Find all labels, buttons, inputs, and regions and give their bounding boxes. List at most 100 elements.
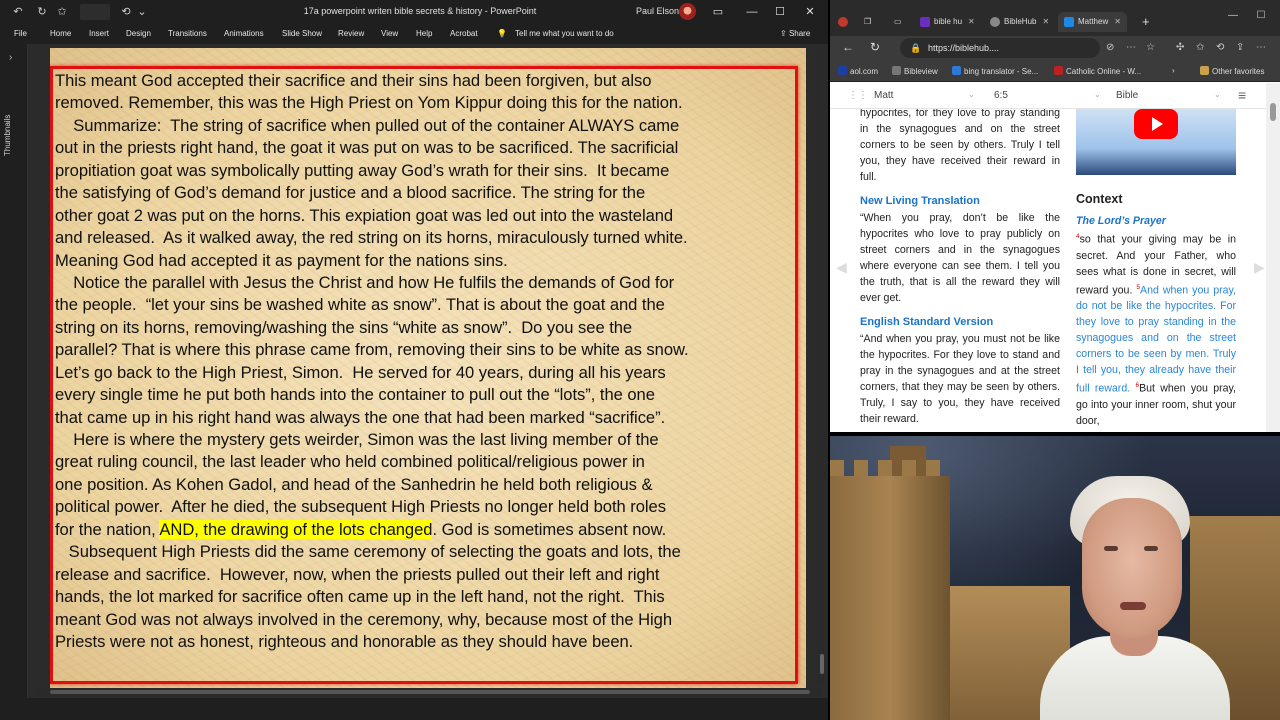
profile-avatar-icon[interactable] [838, 12, 852, 32]
ribbon-display-icon[interactable]: ▭ [704, 3, 732, 21]
workspaces-icon[interactable]: ❐ [864, 12, 871, 32]
translation-heading[interactable]: New Living Translation [860, 193, 1060, 209]
tab-help[interactable]: Help [416, 29, 432, 38]
maximize-button[interactable]: ☐ [1250, 10, 1272, 21]
font-size-box[interactable] [80, 4, 110, 20]
slide-editor[interactable]: This meant God accepted their sacrifice … [28, 44, 828, 720]
presenter [1040, 476, 1230, 720]
undo-icon[interactable]: ↶ [10, 4, 26, 20]
slide-line: other goat 2 was put on the horns. This … [55, 205, 674, 225]
refresh-icon[interactable]: ↻ [870, 40, 880, 54]
user-avatar[interactable] [679, 3, 696, 20]
chapter-select[interactable]: 6:5 [994, 90, 1008, 101]
book-select[interactable]: Matt [874, 90, 893, 101]
favorite-bibleview[interactable]: Bibleview [892, 66, 938, 76]
favorites-bar: aol.com Bibleview bing translator - Se..… [830, 60, 1280, 82]
favorites-overflow-icon[interactable]: › [1172, 66, 1175, 75]
grid-icon[interactable]: ⋮⋮ [848, 90, 868, 101]
browser-tab-strip: ❐ ▭ bible hu ✕ BibleHub ✕ Matthew ✕ + — ☐ [830, 0, 1280, 36]
castle-wall [830, 460, 950, 720]
close-button[interactable]: ✕ [796, 3, 824, 21]
favorite-aol[interactable]: aol.com [838, 66, 878, 76]
context-text: 4so that your giving may be in secret. A… [1076, 229, 1236, 429]
maximize-button[interactable]: ☐ [766, 3, 794, 21]
share-icon[interactable]: ⇪ [1236, 42, 1244, 53]
slide-line-highlighted: for the nation, AND, the drawing of the … [55, 519, 800, 541]
slide-line: Subsequent High Priests did the same cer… [55, 542, 681, 562]
format-painter-icon[interactable]: ⟲ [118, 4, 134, 20]
translation-heading[interactable]: English Standard Version [860, 314, 1060, 330]
ppt-titlebar: ↶ ↻ ✩ ⟲ ⌄ 17a powerpoint writen bible se… [0, 0, 828, 24]
tab-actions-icon[interactable]: ▭ [894, 12, 902, 32]
browser-tab-active[interactable]: Matthew ✕ [1058, 12, 1127, 32]
tab-design[interactable]: Design [126, 29, 151, 38]
tab-view[interactable]: View [381, 29, 398, 38]
close-tab-icon[interactable]: ✕ [968, 17, 975, 26]
slide-line-start: for the nation, [55, 519, 160, 539]
close-tab-icon[interactable]: ✕ [1042, 17, 1049, 26]
slide-horizontal-scrollbar[interactable] [36, 688, 822, 696]
browser-tab-label: bible hu [934, 17, 963, 26]
biblehub-favicon [1064, 16, 1074, 27]
lock-icon[interactable]: 🔒 [910, 38, 921, 58]
tab-slide-show[interactable]: Slide Show [282, 29, 322, 38]
redo-icon[interactable]: ↻ [34, 4, 50, 20]
favorites-icon[interactable]: ✩ [1196, 42, 1204, 53]
favorite-label: Catholic Online - W... [1066, 67, 1142, 76]
play-icon[interactable] [1134, 109, 1178, 139]
more-page-icon[interactable]: ⋯ [1126, 42, 1136, 53]
context-heading: Context [1076, 192, 1123, 206]
scroll-thumb[interactable] [50, 690, 810, 694]
extensions-icon[interactable]: ✣ [1176, 42, 1184, 53]
settings-more-icon[interactable]: ⋯ [1256, 42, 1266, 53]
new-tab-button[interactable]: + [1142, 12, 1150, 32]
history-icon[interactable]: ⟲ [1216, 42, 1224, 53]
favorite-other[interactable]: Other favorites [1200, 66, 1264, 76]
slide-vertical-scrollbar[interactable] [817, 44, 827, 684]
favorite-catholic-online[interactable]: Catholic Online - W... [1054, 66, 1141, 76]
translations-column: hypocrites, for they love to pray standi… [860, 109, 1060, 427]
browser-tab[interactable]: bible hu ✕ [920, 12, 975, 32]
verse-text-highlighted: And when you pray, do not be like the hy… [1076, 284, 1236, 395]
tab-animations[interactable]: Animations [224, 29, 264, 38]
tell-me-search[interactable]: Tell me what you want to do [515, 29, 614, 38]
share-button[interactable]: ⇪ Share [780, 29, 810, 38]
page-scrollbar[interactable] [1266, 83, 1280, 432]
tracking-icon[interactable]: ⊘ [1106, 42, 1114, 53]
prev-verse-icon[interactable]: ◀ [836, 259, 847, 276]
scroll-thumb[interactable] [1270, 103, 1276, 121]
user-name[interactable]: Paul Elson [636, 6, 679, 16]
context-subheading[interactable]: The Lord’s Prayer [1076, 213, 1166, 229]
favorite-label: Bibleview [904, 67, 938, 76]
tab-insert[interactable]: Insert [89, 29, 109, 38]
chevron-right-icon[interactable]: › [9, 52, 12, 63]
next-verse-icon[interactable]: ▶ [1254, 259, 1265, 276]
slide[interactable]: This meant God accepted their sacrifice … [50, 48, 806, 688]
slide-text-box[interactable]: This meant God accepted their sacrifice … [55, 70, 800, 653]
pin-icon[interactable]: ✩ [54, 4, 70, 20]
back-icon[interactable]: ← [842, 40, 854, 54]
minimize-button[interactable]: — [738, 3, 766, 21]
thumbnails-pane[interactable]: › Thumbnails [0, 44, 28, 720]
url-input[interactable]: 🔒 https://biblehub.... [900, 38, 1100, 58]
webcam-feed [830, 436, 1280, 720]
tab-acrobat[interactable]: Acrobat [450, 29, 478, 38]
tab-home[interactable]: Home [50, 29, 71, 38]
close-tab-icon[interactable]: ✕ [1114, 17, 1121, 26]
video-thumbnail[interactable] [1076, 109, 1236, 175]
browser-tab[interactable]: BibleHub ✕ [990, 12, 1049, 32]
minimize-button[interactable]: — [1222, 10, 1244, 21]
tab-transitions[interactable]: Transitions [168, 29, 207, 38]
favorite-bing-translator[interactable]: bing translator - Se... [952, 66, 1038, 76]
customize-qat-icon[interactable]: ⌄ [134, 4, 150, 20]
version-select[interactable]: Bible [1116, 90, 1138, 101]
menu-icon[interactable]: ≡ [1238, 87, 1246, 103]
scroll-thumb[interactable] [820, 654, 824, 674]
favorite-star-icon[interactable]: ☆ [1146, 42, 1155, 53]
slide-line: Summarize: The string of sacrifice when … [55, 115, 680, 135]
tab-review[interactable]: Review [338, 29, 364, 38]
slide-line: release and sacrifice. However, now, whe… [55, 564, 660, 584]
slide-line: every single time he put both hands into… [55, 385, 655, 405]
presenter-face [1082, 498, 1182, 638]
tab-file[interactable]: File [14, 29, 27, 38]
